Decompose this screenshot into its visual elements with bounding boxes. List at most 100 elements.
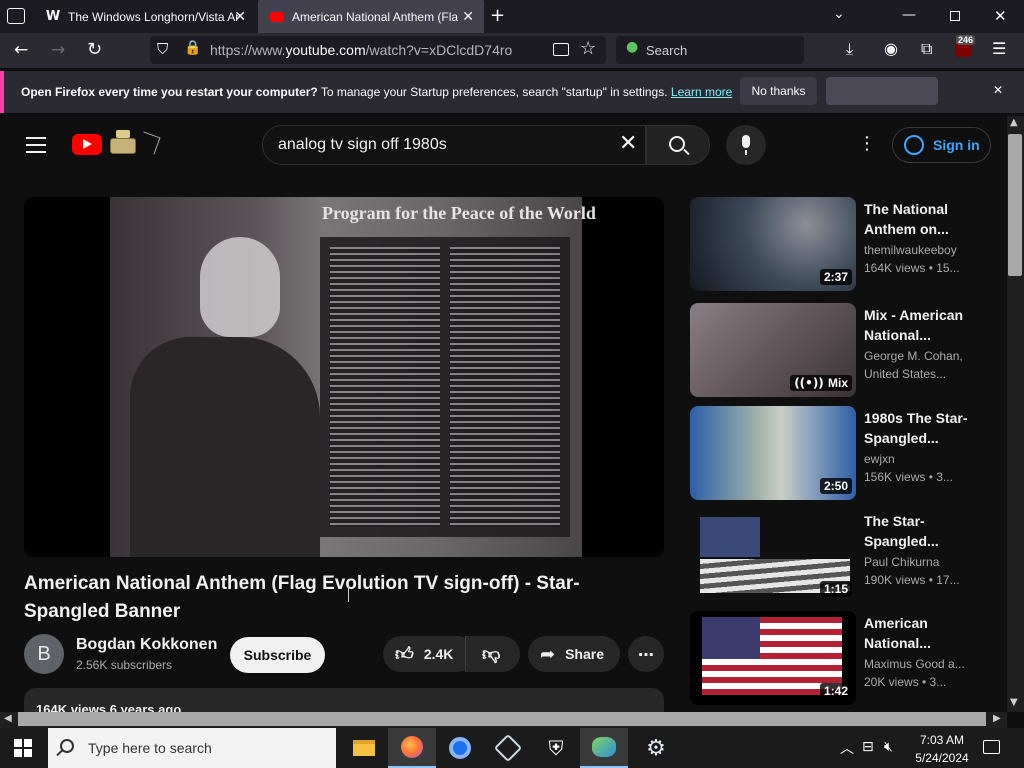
video-player[interactable]: Program for the Peace of the World bbox=[24, 197, 664, 557]
url-text[interactable]: https://www.youtube.com/watch?v=xDClcdD7… bbox=[210, 42, 512, 58]
firefox-icon[interactable] bbox=[388, 728, 436, 768]
recommendation-meta: 156K views • 3... bbox=[864, 470, 953, 484]
tab-label: The Windows Longhorn/Vista Ar bbox=[68, 9, 238, 24]
bookmark-star-icon[interactable]: ☆ bbox=[580, 38, 596, 59]
clock-time[interactable]: 7:03 AM bbox=[915, 733, 969, 747]
thumbs-up-icon: 👍︎ bbox=[395, 644, 414, 665]
extension-badge: 246 bbox=[956, 35, 976, 45]
horizontal-scrollbar-thumb[interactable] bbox=[18, 712, 986, 726]
video-thumbnail[interactable]: 2:50 bbox=[690, 406, 856, 500]
recommendation-title[interactable]: 1980s The Star-Spangled... bbox=[864, 408, 974, 448]
recommendation-channel[interactable]: Maximus Good a... bbox=[864, 657, 974, 671]
close-notification-icon[interactable]: ✕ bbox=[993, 83, 1003, 97]
show-hidden-icons-chevron[interactable]: ︿ bbox=[840, 738, 854, 758]
account-icon[interactable]: ◉ bbox=[884, 39, 898, 58]
tab-label: American National Anthem (Fla bbox=[292, 9, 459, 24]
lock-icon[interactable]: 🔒 bbox=[184, 40, 201, 56]
video-frame: Program for the Peace of the World bbox=[110, 197, 596, 557]
list-all-tabs-icon[interactable]: ⌄ bbox=[833, 6, 845, 22]
new-tab-button[interactable]: + bbox=[490, 5, 505, 26]
subscriber-count: 2.56K subscribers bbox=[76, 658, 173, 672]
channel-name[interactable]: Bogdan Kokkonen bbox=[76, 636, 217, 654]
minimize-button[interactable]: — bbox=[902, 7, 916, 23]
wikipedia-icon: W bbox=[45, 9, 61, 24]
more-options-icon[interactable]: ⋮ bbox=[858, 133, 876, 154]
recommendation-channel[interactable]: themilwaukeeboy bbox=[864, 243, 974, 257]
maximize-button[interactable] bbox=[950, 11, 960, 21]
windows-security-icon[interactable]: ⛨ bbox=[532, 728, 580, 768]
tab-longhorn[interactable]: W The Windows Longhorn/Vista Ar ✕ bbox=[34, 0, 256, 33]
tab-youtube[interactable]: American National Anthem (Fla ✕ bbox=[258, 0, 484, 33]
clear-search-icon[interactable]: ✕ bbox=[619, 131, 637, 156]
network-icon[interactable]: ⊟ bbox=[862, 739, 874, 755]
close-tab-icon[interactable]: ✕ bbox=[234, 9, 246, 25]
youtube-logo[interactable] bbox=[72, 134, 102, 155]
scroll-up-arrow[interactable]: ▲ bbox=[1010, 117, 1018, 128]
tab-overview-icon[interactable] bbox=[7, 8, 25, 24]
virtualbox-icon[interactable] bbox=[484, 728, 532, 768]
recommendation-title[interactable]: The National Anthem on... bbox=[864, 199, 974, 239]
youtube-search-button[interactable] bbox=[646, 125, 710, 165]
learn-more-link[interactable]: Learn more bbox=[671, 85, 732, 99]
scroll-right-arrow[interactable]: ▶ bbox=[993, 713, 1001, 724]
video-thumbnail[interactable]: 2:37 bbox=[690, 197, 856, 291]
like-button[interactable]: 👍︎ 2.4K bbox=[383, 636, 475, 672]
chromium-icon[interactable] bbox=[436, 728, 484, 768]
recommendation-title[interactable]: American National... bbox=[864, 613, 974, 653]
scroll-down-arrow[interactable]: ▼ bbox=[1010, 697, 1018, 708]
vertical-scrollbar-thumb[interactable] bbox=[1008, 134, 1022, 276]
extensions-icon[interactable]: ⧉ bbox=[921, 39, 932, 59]
settings-gear-icon[interactable]: ⚙ bbox=[632, 728, 680, 768]
search-query[interactable]: analog tv sign off 1980s bbox=[278, 136, 447, 154]
sign-in-label: Sign in bbox=[933, 137, 980, 153]
account-circle-icon bbox=[904, 135, 924, 155]
voice-search-button[interactable] bbox=[726, 125, 766, 165]
recommendation-title[interactable]: Mix - American National... bbox=[864, 305, 974, 345]
youtube-favicon bbox=[270, 10, 284, 24]
search-bar[interactable] bbox=[616, 36, 804, 64]
picture-in-picture-icon[interactable] bbox=[553, 43, 569, 56]
back-arrow-icon[interactable]: ← bbox=[14, 40, 28, 60]
file-explorer-icon[interactable] bbox=[340, 728, 388, 768]
no-thanks-button[interactable]: No thanks bbox=[740, 77, 817, 105]
doodle-logo-icon[interactable] bbox=[108, 128, 161, 158]
notification-message: Open Firefox every time you restart your… bbox=[21, 85, 733, 99]
hamburger-menu-icon[interactable] bbox=[26, 137, 46, 153]
downloads-icon[interactable]: ⤓ bbox=[846, 39, 853, 59]
recommendation-channel[interactable]: George M. Cohan, bbox=[864, 349, 974, 363]
video-thumbnail[interactable]: ((•)) Mix bbox=[690, 303, 856, 397]
reload-icon[interactable]: ↻ bbox=[87, 39, 102, 60]
dislike-button[interactable]: 👎︎ bbox=[465, 636, 520, 672]
notification-center-icon[interactable] bbox=[983, 740, 1000, 754]
recommendation-item[interactable]: ((•)) Mix Mix - American National... Geo… bbox=[690, 303, 990, 399]
recommendation-meta: 20K views • 3... bbox=[864, 675, 947, 689]
recommendation-channel[interactable]: ewjxn bbox=[864, 452, 974, 466]
recommendation-item[interactable]: 1:15 The Star-Spangled... Paul Chikurna … bbox=[690, 509, 990, 605]
tracking-shield-icon[interactable]: ⛉ bbox=[157, 40, 168, 58]
recommendation-item[interactable]: 1:42 American National... Maximus Good a… bbox=[690, 611, 990, 707]
close-window-button[interactable]: ✕ bbox=[994, 7, 1007, 25]
video-thumbnail[interactable]: 1:42 bbox=[690, 611, 856, 705]
thumbs-down-icon: 👎︎ bbox=[482, 644, 501, 665]
more-actions-button[interactable]: ⋯ bbox=[628, 636, 664, 672]
notification-action-button[interactable] bbox=[826, 77, 938, 105]
video-thumbnail[interactable]: 1:15 bbox=[690, 509, 856, 603]
recommendation-item[interactable]: 2:37 The National Anthem on... themilwau… bbox=[690, 197, 990, 293]
recommendation-item[interactable]: 2:50 1980s The Star-Spangled... ewjxn 15… bbox=[690, 406, 990, 502]
sign-in-button[interactable]: Sign in bbox=[892, 127, 991, 163]
channel-avatar[interactable]: B bbox=[24, 634, 64, 674]
menu-hamburger-icon[interactable]: ☰ bbox=[992, 39, 1006, 58]
recommendation-title[interactable]: The Star-Spangled... bbox=[864, 511, 974, 551]
forward-arrow-icon[interactable]: → bbox=[51, 40, 65, 60]
subscribe-button[interactable]: Subscribe bbox=[230, 637, 325, 673]
recommendation-channel[interactable]: Paul Chikurna bbox=[864, 555, 974, 569]
video-duration: 1:42 bbox=[819, 683, 852, 699]
paint-app-icon[interactable] bbox=[580, 728, 628, 768]
clock-date[interactable]: 5/24/2024 bbox=[910, 751, 974, 765]
volume-muted-icon[interactable]: 🔇︎ bbox=[884, 739, 893, 755]
close-tab-icon[interactable]: ✕ bbox=[462, 9, 474, 25]
recommendation-meta: United States... bbox=[864, 367, 947, 381]
share-button[interactable]: ➦ Share bbox=[528, 636, 620, 672]
scroll-left-arrow[interactable]: ◀ bbox=[4, 713, 12, 724]
windows-start-button[interactable] bbox=[14, 739, 32, 757]
